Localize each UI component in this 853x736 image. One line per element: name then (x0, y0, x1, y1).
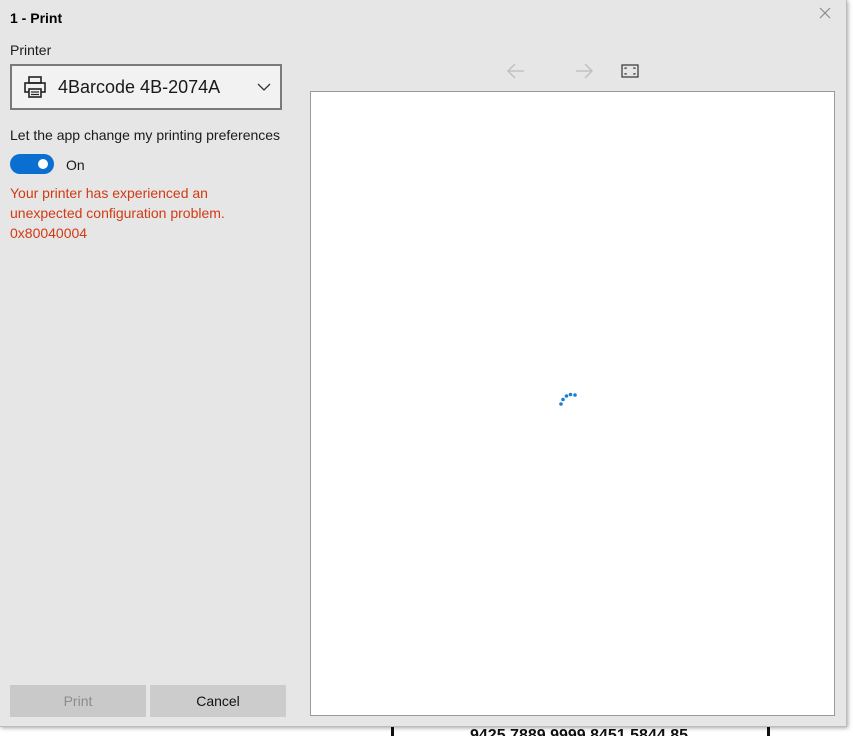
close-button[interactable] (812, 2, 838, 24)
preferences-label: Let the app change my printing preferenc… (10, 127, 281, 143)
toggle-state-label: On (66, 157, 85, 173)
arrow-left-icon (507, 63, 524, 79)
error-code: 0x80040004 (10, 225, 88, 241)
loading-spinner-icon (559, 392, 577, 406)
background-border-line (767, 726, 770, 736)
chevron-down-icon (256, 79, 272, 95)
printer-icon (22, 74, 48, 100)
printer-dropdown[interactable]: 4Barcode 4B-2074A (10, 64, 282, 110)
error-line: Your printer has experienced an (10, 185, 208, 201)
print-preview (310, 91, 835, 716)
fit-page-icon (621, 64, 639, 78)
print-button[interactable]: Print (10, 685, 146, 717)
close-icon (819, 7, 831, 19)
toggle-knob (38, 159, 48, 169)
background-border-line (391, 726, 394, 736)
preferences-toggle[interactable] (10, 154, 54, 174)
background-partial-text: 9425 7889 9999 8451 5844 85 (470, 728, 710, 736)
selected-printer-name: 4Barcode 4B-2074A (58, 76, 221, 97)
printer-label: Printer (10, 42, 52, 58)
previous-page-button[interactable] (504, 61, 528, 81)
print-dialog: 1 - Print Printer 4Barcode 4B-2074A Let … (0, 0, 847, 727)
error-message: Your printer has experienced an unexpect… (10, 183, 280, 243)
arrow-right-icon (576, 63, 593, 79)
fit-page-button[interactable] (618, 61, 642, 81)
dialog-title: 1 - Print (10, 10, 63, 26)
next-page-button[interactable] (572, 61, 596, 81)
cancel-button[interactable]: Cancel (150, 685, 286, 717)
error-line: unexpected configuration problem. (10, 205, 225, 221)
